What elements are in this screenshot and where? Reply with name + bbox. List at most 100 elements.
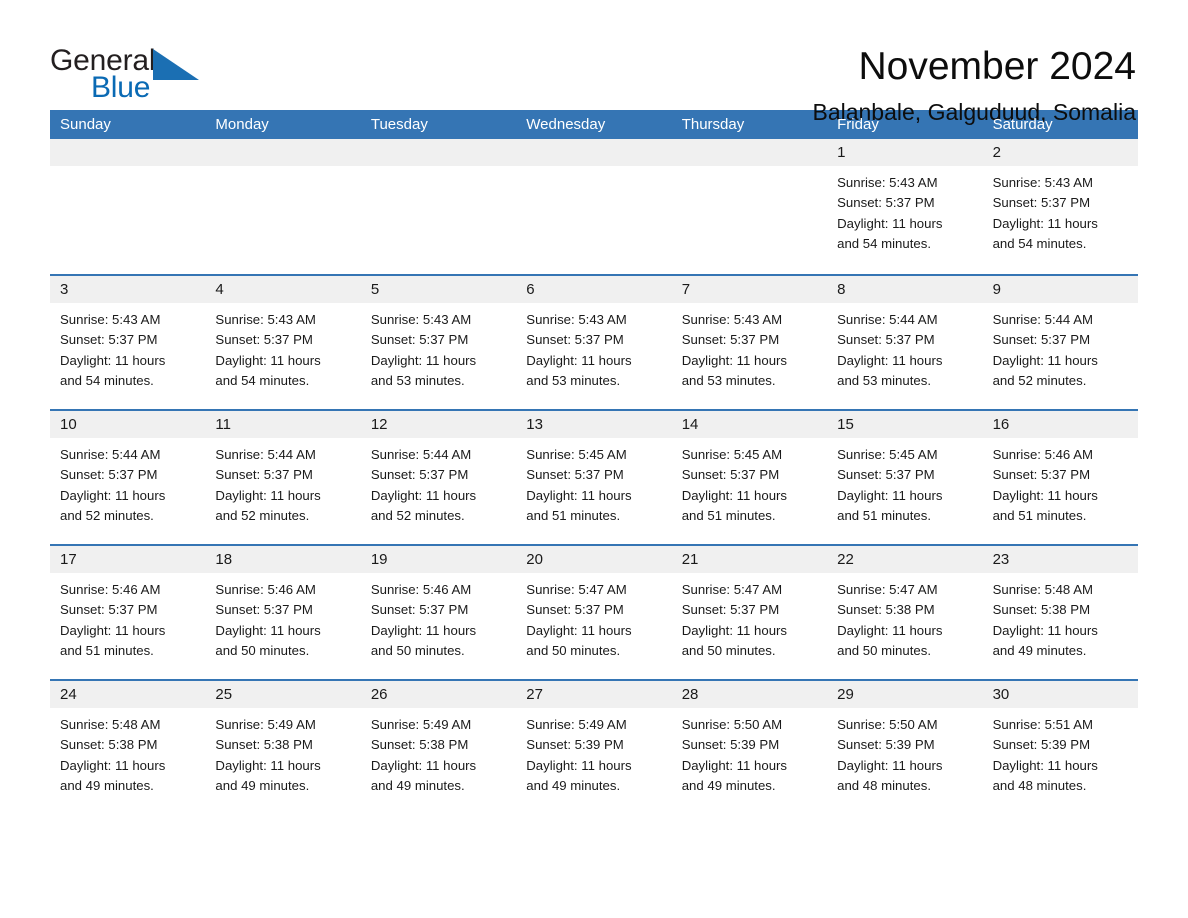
daylight-text-line1: Daylight: 11 hours — [681, 352, 788, 368]
day-number-band: 11 — [205, 411, 361, 438]
day-number: 24 — [60, 685, 77, 703]
sunrise-text: Sunrise: 5:43 AM — [992, 175, 1093, 190]
daylight-text-line1: Daylight: 11 hours — [526, 352, 632, 368]
daylight-text-line2: and 52 minutes. — [370, 507, 465, 523]
daylight-text-line2: and 50 minutes. — [681, 642, 776, 658]
daylight-text-line1: Daylight: 11 hours — [215, 352, 321, 368]
day-cell[interactable]: 25 Sunrise: 5:49 AM Sunset: 5:38 PM Dayligh… — [205, 681, 361, 814]
sunrise-text: Sunrise: 5:51 AM — [992, 717, 1093, 732]
day-cell[interactable]: 18 Sunrise: 5:46 AM Sunset: 5:37 PM Dayligh… — [205, 546, 361, 679]
day-number-band: 4 — [205, 276, 361, 303]
day-number-band: 21 — [671, 546, 828, 573]
logo-text-blue: Blue — [91, 71, 151, 104]
day-number-band: 25 — [205, 681, 361, 708]
day-cell[interactable]: 23 Sunrise: 5:48 AM Sunset: 5:38 PM Dayligh… — [982, 546, 1138, 679]
day-sun-info: Sunrise: 5:51 AM Sunset: 5:39 PM Daylight:… — [983, 708, 1138, 796]
day-cell[interactable]: 5 Sunrise: 5:43 AM Sunset: 5:37 PM Daylight… — [360, 276, 517, 409]
day-cell[interactable]: 1 Sunrise: 5:43 AM Sunset: 5:37 PM Daylight… — [827, 139, 983, 274]
day-cell[interactable]: 8 Sunrise: 5:44 AM Sunset: 5:37 PM Daylight… — [827, 276, 983, 409]
day-cell[interactable]: 26 Sunrise: 5:49 AM Sunset: 5:38 PM Dayligh… — [360, 681, 517, 814]
day-cell[interactable]: 12 Sunrise: 5:44 AM Sunset: 5:37 PM Dayligh… — [360, 411, 517, 544]
day-number-band: 20 — [516, 546, 672, 573]
daylight-text-line1: Daylight: 11 hours — [681, 487, 788, 503]
day-sun-info: Sunrise: 5:44 AM Sunset: 5:37 PM Daylight:… — [50, 438, 205, 526]
day-cell[interactable]: 22 Sunrise: 5:47 AM Sunset: 5:38 PM Dayligh… — [827, 546, 983, 679]
logo-triangle-icon — [153, 49, 199, 80]
daylight-text-line1: Daylight: 11 hours — [215, 487, 321, 503]
day-cell[interactable]: 7 Sunrise: 5:43 AM Sunset: 5:37 PM Daylight… — [671, 276, 828, 409]
sunrise-text: Sunrise: 5:47 AM — [837, 582, 938, 597]
day-cell[interactable]: 15 Sunrise: 5:45 AM Sunset: 5:37 PM Dayligh… — [827, 411, 983, 544]
day-sun-info — [516, 166, 671, 173]
sunrise-text: Sunrise: 5:43 AM — [60, 312, 161, 327]
generalblue-logo[interactable]: General Blue — [50, 44, 200, 106]
day-number-band: 9 — [982, 276, 1138, 303]
sunset-text: Sunset: 5:37 PM — [681, 602, 780, 618]
day-sun-info: Sunrise: 5:49 AM Sunset: 5:38 PM Daylight:… — [205, 708, 360, 796]
daylight-text-line2: and 53 minutes. — [837, 372, 931, 388]
day-number-band: 16 — [982, 411, 1138, 438]
day-cell[interactable]: 19 Sunrise: 5:46 AM Sunset: 5:37 PM Dayligh… — [360, 546, 517, 679]
daylight-text-line1: Daylight: 11 hours — [526, 487, 632, 503]
day-cell[interactable]: 11 Sunrise: 5:44 AM Sunset: 5:37 PM Dayligh… — [205, 411, 361, 544]
weekday-header-friday: Friday — [837, 115, 879, 133]
day-sun-info: Sunrise: 5:47 AM Sunset: 5:37 PM Daylight:… — [672, 573, 827, 661]
day-cell[interactable]: 30 Sunrise: 5:51 AM Sunset: 5:39 PM Dayligh… — [982, 681, 1138, 814]
day-number: 2 — [992, 143, 1001, 161]
day-sun-info: Sunrise: 5:50 AM Sunset: 5:39 PM Daylight:… — [672, 708, 827, 796]
day-cell[interactable]: 17 Sunrise: 5:46 AM Sunset: 5:37 PM Dayligh… — [50, 546, 206, 679]
day-sun-info: Sunrise: 5:50 AM Sunset: 5:39 PM Daylight:… — [827, 708, 982, 796]
day-number-band: 30 — [982, 681, 1138, 708]
day-number: 4 — [215, 280, 224, 298]
day-cell[interactable]: 20 Sunrise: 5:47 AM Sunset: 5:37 PM Dayligh… — [516, 546, 672, 679]
daylight-text-line1: Daylight: 11 hours — [992, 622, 1098, 638]
day-number-band: 27 — [516, 681, 672, 708]
day-cell[interactable]: 28 Sunrise: 5:50 AM Sunset: 5:39 PM Dayligh… — [671, 681, 828, 814]
day-cell[interactable]: 16 Sunrise: 5:46 AM Sunset: 5:37 PM Dayligh… — [982, 411, 1138, 544]
day-cell[interactable]: 3 Sunrise: 5:43 AM Sunset: 5:37 PM Daylight… — [50, 276, 206, 409]
day-sun-info: Sunrise: 5:45 AM Sunset: 5:37 PM Daylight:… — [516, 438, 671, 526]
day-cell[interactable]: 24 Sunrise: 5:48 AM Sunset: 5:38 PM Dayligh… — [50, 681, 206, 814]
day-cell[interactable]: 6 Sunrise: 5:43 AM Sunset: 5:37 PM Daylight… — [516, 276, 672, 409]
sunset-text: Sunset: 5:37 PM — [215, 467, 313, 483]
sunrise-text: Sunrise: 5:44 AM — [992, 312, 1093, 327]
day-number: 10 — [60, 415, 77, 433]
day-cell[interactable]: 14 Sunrise: 5:45 AM Sunset: 5:37 PM Dayligh… — [671, 411, 828, 544]
day-number-band: 26 — [360, 681, 517, 708]
calendar-weeks: 1 Sunrise: 5:43 AM Sunset: 5:37 PM Daylight… — [50, 139, 1138, 814]
day-cell[interactable]: 2 Sunrise: 5:43 AM Sunset: 5:37 PM Daylight… — [982, 139, 1138, 274]
sunrise-text: Sunrise: 5:45 AM — [837, 447, 938, 462]
day-number: 6 — [526, 280, 535, 298]
day-sun-info: Sunrise: 5:46 AM Sunset: 5:37 PM Daylight:… — [361, 573, 516, 661]
daylight-text-line2: and 52 minutes. — [215, 507, 310, 523]
sunset-text: Sunset: 5:38 PM — [992, 602, 1091, 618]
daylight-text-line2: and 51 minutes. — [837, 507, 931, 523]
day-number-band: 17 — [50, 546, 206, 573]
day-cell[interactable]: 10 Sunrise: 5:44 AM Sunset: 5:37 PM Dayligh… — [50, 411, 206, 544]
sunset-text: Sunset: 5:37 PM — [681, 332, 780, 348]
sunrise-text: Sunrise: 5:48 AM — [60, 717, 161, 732]
daylight-text-line2: and 53 minutes. — [526, 372, 621, 388]
day-number: 7 — [681, 280, 691, 298]
day-cell-empty — [205, 139, 361, 274]
daylight-text-line1: Daylight: 11 hours — [370, 352, 477, 368]
day-number: 26 — [370, 685, 388, 703]
day-number: 12 — [370, 415, 388, 433]
day-cell[interactable]: 4 Sunrise: 5:43 AM Sunset: 5:37 PM Daylight… — [205, 276, 361, 409]
day-number: 23 — [992, 550, 1010, 568]
daylight-text-line1: Daylight: 11 hours — [370, 757, 477, 773]
day-cell[interactable]: 9 Sunrise: 5:44 AM Sunset: 5:37 PM Daylight… — [982, 276, 1138, 409]
day-cell[interactable]: 29 Sunrise: 5:50 AM Sunset: 5:39 PM Dayligh… — [827, 681, 983, 814]
daylight-text-line2: and 49 minutes. — [215, 777, 310, 793]
day-sun-info: Sunrise: 5:47 AM Sunset: 5:38 PM Daylight:… — [827, 573, 982, 661]
weekday-header-tuesday: Tuesday — [370, 115, 428, 133]
daylight-text-line1: Daylight: 11 hours — [837, 757, 943, 773]
day-number-band: 14 — [671, 411, 828, 438]
day-number-band: 24 — [50, 681, 206, 708]
day-cell[interactable]: 13 Sunrise: 5:45 AM Sunset: 5:37 PM Dayligh… — [516, 411, 672, 544]
day-cell[interactable]: 21 Sunrise: 5:47 AM Sunset: 5:37 PM Dayligh… — [671, 546, 828, 679]
sunrise-text: Sunrise: 5:43 AM — [837, 175, 938, 190]
day-cell[interactable]: 27 Sunrise: 5:49 AM Sunset: 5:39 PM Dayligh… — [516, 681, 672, 814]
daylight-text-line2: and 52 minutes. — [992, 372, 1087, 388]
day-sun-info: Sunrise: 5:43 AM Sunset: 5:37 PM Daylight:… — [50, 303, 205, 391]
